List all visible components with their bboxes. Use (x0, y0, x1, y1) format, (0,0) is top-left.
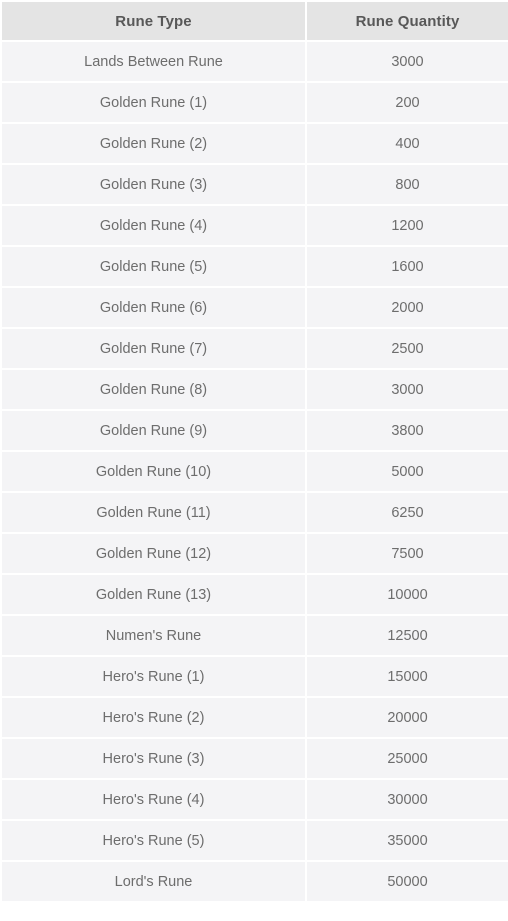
cell-rune-type: Golden Rune (2) (2, 124, 305, 163)
table-row: Golden Rune (10) 5000 (2, 452, 508, 491)
cell-rune-quantity: 1200 (307, 206, 508, 245)
cell-rune-type: Golden Rune (7) (2, 329, 305, 368)
table-header-row: Rune Type Rune Quantity (2, 2, 508, 40)
cell-rune-type: Golden Rune (8) (2, 370, 305, 409)
cell-rune-quantity: 50000 (307, 862, 508, 901)
cell-rune-type: Hero's Rune (4) (2, 780, 305, 819)
table-row: Golden Rune (12) 7500 (2, 534, 508, 573)
cell-rune-quantity: 25000 (307, 739, 508, 778)
cell-rune-quantity: 2000 (307, 288, 508, 327)
rune-table-container: Rune Type Rune Quantity Lands Between Ru… (0, 0, 508, 921)
table-row: Golden Rune (13) 10000 (2, 575, 508, 614)
cell-rune-quantity: 3000 (307, 370, 508, 409)
table-row: Hero's Rune (2) 20000 (2, 698, 508, 737)
cell-rune-quantity: 35000 (307, 821, 508, 860)
table-row: Golden Rune (5) 1600 (2, 247, 508, 286)
table-row: Golden Rune (6) 2000 (2, 288, 508, 327)
cell-rune-type: Golden Rune (6) (2, 288, 305, 327)
cell-rune-quantity: 6250 (307, 493, 508, 532)
column-header-rune-type[interactable]: Rune Type (2, 2, 305, 40)
table-row: Golden Rune (7) 2500 (2, 329, 508, 368)
table-row: Numen's Rune 12500 (2, 616, 508, 655)
table-row: Hero's Rune (1) 15000 (2, 657, 508, 696)
cell-rune-quantity: 20000 (307, 698, 508, 737)
cell-rune-quantity: 30000 (307, 780, 508, 819)
table-row: Golden Rune (2) 400 (2, 124, 508, 163)
cell-rune-quantity: 200 (307, 83, 508, 122)
cell-rune-quantity: 10000 (307, 575, 508, 614)
table-row: Golden Rune (11) 6250 (2, 493, 508, 532)
cell-rune-quantity: 2500 (307, 329, 508, 368)
table-row: Hero's Rune (5) 35000 (2, 821, 508, 860)
cell-rune-quantity: 1600 (307, 247, 508, 286)
cell-rune-quantity: 3000 (307, 42, 508, 81)
cell-rune-type: Golden Rune (3) (2, 165, 305, 204)
cell-rune-type: Golden Rune (10) (2, 452, 305, 491)
cell-rune-type: Hero's Rune (5) (2, 821, 305, 860)
cell-rune-quantity: 800 (307, 165, 508, 204)
cell-rune-type: Golden Rune (12) (2, 534, 305, 573)
table-row: Hero's Rune (3) 25000 (2, 739, 508, 778)
cell-rune-quantity: 15000 (307, 657, 508, 696)
cell-rune-type: Golden Rune (1) (2, 83, 305, 122)
cell-rune-quantity: 3800 (307, 411, 508, 450)
cell-rune-type: Hero's Rune (1) (2, 657, 305, 696)
table-row: Golden Rune (4) 1200 (2, 206, 508, 245)
cell-rune-type: Numen's Rune (2, 616, 305, 655)
table-row: Lord's Rune 50000 (2, 862, 508, 901)
table-body: Lands Between Rune 3000 Golden Rune (1) 200… (2, 42, 508, 901)
table-row: Golden Rune (9) 3800 (2, 411, 508, 450)
cell-rune-type: Golden Rune (13) (2, 575, 305, 614)
cell-rune-quantity: 7500 (307, 534, 508, 573)
cell-rune-type: Golden Rune (11) (2, 493, 305, 532)
cell-rune-quantity: 12500 (307, 616, 508, 655)
cell-rune-type: Golden Rune (5) (2, 247, 305, 286)
table-row: Golden Rune (8) 3000 (2, 370, 508, 409)
table-row: Hero's Rune (4) 30000 (2, 780, 508, 819)
cell-rune-type: Hero's Rune (2) (2, 698, 305, 737)
table-row: Golden Rune (1) 200 (2, 83, 508, 122)
cell-rune-quantity: 5000 (307, 452, 508, 491)
cell-rune-type: Lord's Rune (2, 862, 305, 901)
cell-rune-quantity: 400 (307, 124, 508, 163)
table-header: Rune Type Rune Quantity (2, 2, 508, 40)
cell-rune-type: Lands Between Rune (2, 42, 305, 81)
cell-rune-type: Hero's Rune (3) (2, 739, 305, 778)
rune-table: Rune Type Rune Quantity Lands Between Ru… (0, 0, 508, 903)
table-row: Golden Rune (3) 800 (2, 165, 508, 204)
column-header-rune-quantity[interactable]: Rune Quantity (307, 2, 508, 40)
table-row: Lands Between Rune 3000 (2, 42, 508, 81)
cell-rune-type: Golden Rune (9) (2, 411, 305, 450)
cell-rune-type: Golden Rune (4) (2, 206, 305, 245)
